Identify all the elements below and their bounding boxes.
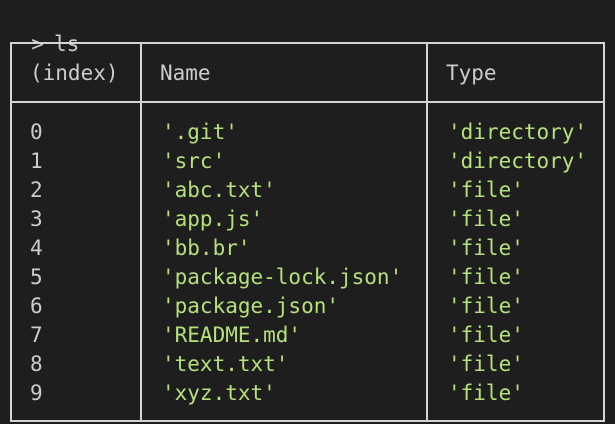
table-row: 2 'abc.txt' 'file' xyxy=(12,176,603,205)
row-index: 3 xyxy=(30,207,43,231)
table-row: 4 'bb.br' 'file' xyxy=(12,234,603,263)
header-type: Type xyxy=(446,61,497,85)
row-type: 'file' xyxy=(448,265,524,289)
row-name: 'text.txt' xyxy=(162,352,289,376)
table-row: 0 '.git' 'directory' xyxy=(12,118,603,147)
ls-output-table: (index) Name Type 0 '.git' 'directory' 1… xyxy=(10,42,605,422)
row-name: 'package-lock.json' xyxy=(162,265,403,289)
row-type: 'file' xyxy=(448,178,524,202)
row-type: 'file' xyxy=(448,236,524,260)
row-name: 'abc.txt' xyxy=(162,178,276,202)
table-row: 8 'text.txt' 'file' xyxy=(12,350,603,379)
row-index: 8 xyxy=(30,352,43,376)
row-type: 'file' xyxy=(448,207,524,231)
row-type: 'directory' xyxy=(448,120,588,144)
row-index: 4 xyxy=(30,236,43,260)
row-index: 0 xyxy=(30,120,43,144)
row-index: 6 xyxy=(30,294,43,318)
row-name: 'bb.br' xyxy=(162,236,251,260)
table-row: 5 'package-lock.json' 'file' xyxy=(12,263,603,292)
row-name: 'package.json' xyxy=(162,294,340,318)
table-row: 6 'package.json' 'file' xyxy=(12,292,603,321)
row-name: 'xyz.txt' xyxy=(162,381,276,405)
row-name: 'app.js' xyxy=(162,207,264,231)
row-type: 'file' xyxy=(448,323,524,347)
row-index: 1 xyxy=(30,149,43,173)
table-row: 7 'README.md' 'file' xyxy=(12,321,603,350)
header-index: (index) xyxy=(30,61,119,85)
table-row: 1 'src' 'directory' xyxy=(12,147,603,176)
row-type: 'file' xyxy=(448,294,524,318)
command-prompt-line: > ls xyxy=(6,2,79,56)
row-name: 'src' xyxy=(162,149,226,173)
row-name: '.git' xyxy=(162,120,238,144)
row-type: 'file' xyxy=(448,352,524,376)
table-row: 3 'app.js' 'file' xyxy=(12,205,603,234)
row-type: 'file' xyxy=(448,381,524,405)
row-index: 7 xyxy=(30,323,43,347)
row-type: 'directory' xyxy=(448,149,588,173)
table-body: 0 '.git' 'directory' 1 'src' 'directory'… xyxy=(12,118,603,408)
row-index: 9 xyxy=(30,381,43,405)
table-row: 9 'xyz.txt' 'file' xyxy=(12,379,603,408)
row-index: 5 xyxy=(30,265,43,289)
row-name: 'README.md' xyxy=(162,323,302,347)
header-name: Name xyxy=(160,61,211,85)
row-index: 2 xyxy=(30,178,43,202)
header-divider xyxy=(12,101,603,103)
